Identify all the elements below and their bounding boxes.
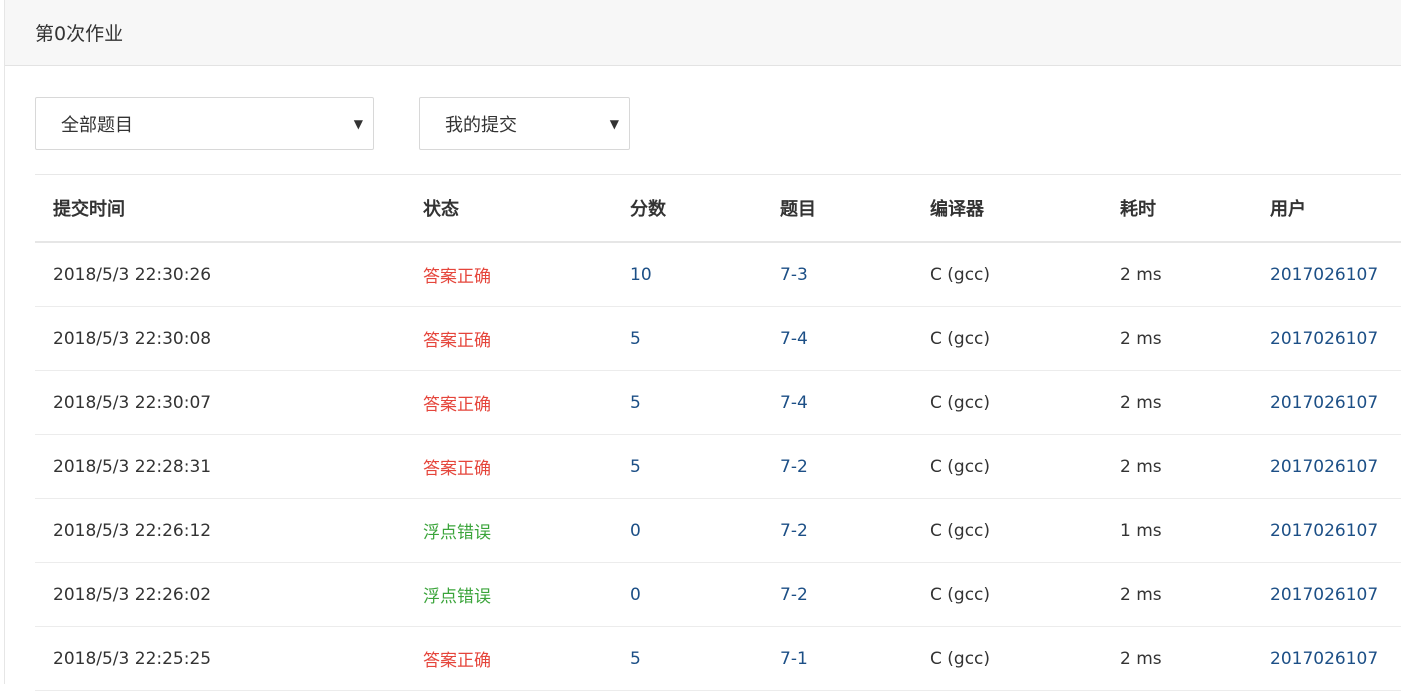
score-link[interactable]: 5 xyxy=(612,649,762,669)
status-text[interactable]: 浮点错误 xyxy=(405,518,612,543)
submit-time: 2018/5/3 22:30:07 xyxy=(53,392,212,413)
compiler-text: C (gcc) xyxy=(930,648,991,669)
elapsed-text: 2 ms xyxy=(1120,456,1162,477)
user-link[interactable]: 2017026107 xyxy=(1252,457,1401,477)
scope-filter-value: 我的提交 xyxy=(445,114,517,136)
problem-link[interactable]: 7-4 xyxy=(762,329,912,349)
table-row: 2018/5/3 22:30:08 答案正确 5 7-4 C (gcc) 2 m… xyxy=(35,307,1401,371)
score-link[interactable]: 0 xyxy=(612,521,762,541)
assignment-panel: 第0次作业 全部题目 ▼ 我的提交 ▼ 提交时间 状态 分数 题目 编译器 耗时… xyxy=(4,0,1401,691)
compiler-text: C (gcc) xyxy=(930,392,991,413)
compiler-text: C (gcc) xyxy=(930,264,991,285)
panel-header: 第0次作业 xyxy=(5,0,1401,66)
column-header-time: 提交时间 xyxy=(53,199,125,220)
table-row: 2018/5/3 22:26:02 浮点错误 0 7-2 C (gcc) 2 m… xyxy=(35,563,1401,627)
column-header-problem: 题目 xyxy=(780,199,816,220)
user-link[interactable]: 2017026107 xyxy=(1252,585,1401,605)
compiler-text: C (gcc) xyxy=(930,520,991,541)
problem-filter-value: 全部题目 xyxy=(61,114,133,136)
submit-time: 2018/5/3 22:26:12 xyxy=(53,520,212,541)
page-title: 第0次作业 xyxy=(35,23,124,45)
table-row: 2018/5/3 22:30:07 答案正确 5 7-4 C (gcc) 2 m… xyxy=(35,371,1401,435)
score-link[interactable]: 5 xyxy=(612,393,762,413)
submit-time: 2018/5/3 22:28:31 xyxy=(53,456,212,477)
elapsed-text: 2 ms xyxy=(1120,648,1162,669)
elapsed-text: 2 ms xyxy=(1120,584,1162,605)
problem-link[interactable]: 7-2 xyxy=(762,457,912,477)
problem-link[interactable]: 7-4 xyxy=(762,393,912,413)
problem-link[interactable]: 7-2 xyxy=(762,585,912,605)
submissions-table: 提交时间 状态 分数 题目 编译器 耗时 用户 2018/5/3 22:30:2… xyxy=(35,174,1401,691)
table-row: 2018/5/3 22:25:25 答案正确 5 7-1 C (gcc) 2 m… xyxy=(35,627,1401,691)
table-row: 2018/5/3 22:26:12 浮点错误 0 7-2 C (gcc) 1 m… xyxy=(35,499,1401,563)
status-text[interactable]: 答案正确 xyxy=(405,262,612,287)
scope-filter-select[interactable]: 我的提交 ▼ xyxy=(419,97,630,150)
caret-down-icon: ▼ xyxy=(353,116,363,131)
status-text[interactable]: 答案正确 xyxy=(405,646,612,671)
user-link[interactable]: 2017026107 xyxy=(1252,265,1401,285)
column-header-user: 用户 xyxy=(1270,199,1306,220)
score-link[interactable]: 0 xyxy=(612,585,762,605)
submit-time: 2018/5/3 22:30:26 xyxy=(53,264,212,285)
status-text[interactable]: 答案正确 xyxy=(405,326,612,351)
compiler-text: C (gcc) xyxy=(930,328,991,349)
user-link[interactable]: 2017026107 xyxy=(1252,329,1401,349)
filter-bar: 全部题目 ▼ 我的提交 ▼ xyxy=(35,97,630,150)
score-link[interactable]: 10 xyxy=(612,265,762,285)
problem-link[interactable]: 7-3 xyxy=(762,265,912,285)
caret-down-icon: ▼ xyxy=(609,116,619,131)
elapsed-text: 2 ms xyxy=(1120,392,1162,413)
table-row: 2018/5/3 22:30:26 答案正确 10 7-3 C (gcc) 2 … xyxy=(35,243,1401,307)
problem-link[interactable]: 7-2 xyxy=(762,521,912,541)
user-link[interactable]: 2017026107 xyxy=(1252,521,1401,541)
compiler-text: C (gcc) xyxy=(930,584,991,605)
submit-time: 2018/5/3 22:25:25 xyxy=(53,648,212,669)
status-text[interactable]: 答案正确 xyxy=(405,390,612,415)
table-header: 提交时间 状态 分数 题目 编译器 耗时 用户 xyxy=(35,175,1401,243)
submit-time: 2018/5/3 22:30:08 xyxy=(53,328,212,349)
status-text[interactable]: 浮点错误 xyxy=(405,582,612,607)
compiler-text: C (gcc) xyxy=(930,456,991,477)
score-link[interactable]: 5 xyxy=(612,457,762,477)
submit-time: 2018/5/3 22:26:02 xyxy=(53,584,212,605)
user-link[interactable]: 2017026107 xyxy=(1252,649,1401,669)
table-row: 2018/5/3 22:28:31 答案正确 5 7-2 C (gcc) 2 m… xyxy=(35,435,1401,499)
status-text[interactable]: 答案正确 xyxy=(405,454,612,479)
elapsed-text: 1 ms xyxy=(1120,520,1162,541)
column-header-score: 分数 xyxy=(630,199,666,220)
elapsed-text: 2 ms xyxy=(1120,264,1162,285)
column-header-compiler: 编译器 xyxy=(930,199,984,220)
user-link[interactable]: 2017026107 xyxy=(1252,393,1401,413)
problem-filter-select[interactable]: 全部题目 ▼ xyxy=(35,97,374,150)
score-link[interactable]: 5 xyxy=(612,329,762,349)
column-header-elapsed: 耗时 xyxy=(1120,199,1156,220)
column-header-status: 状态 xyxy=(423,199,459,220)
problem-link[interactable]: 7-1 xyxy=(762,649,912,669)
elapsed-text: 2 ms xyxy=(1120,328,1162,349)
